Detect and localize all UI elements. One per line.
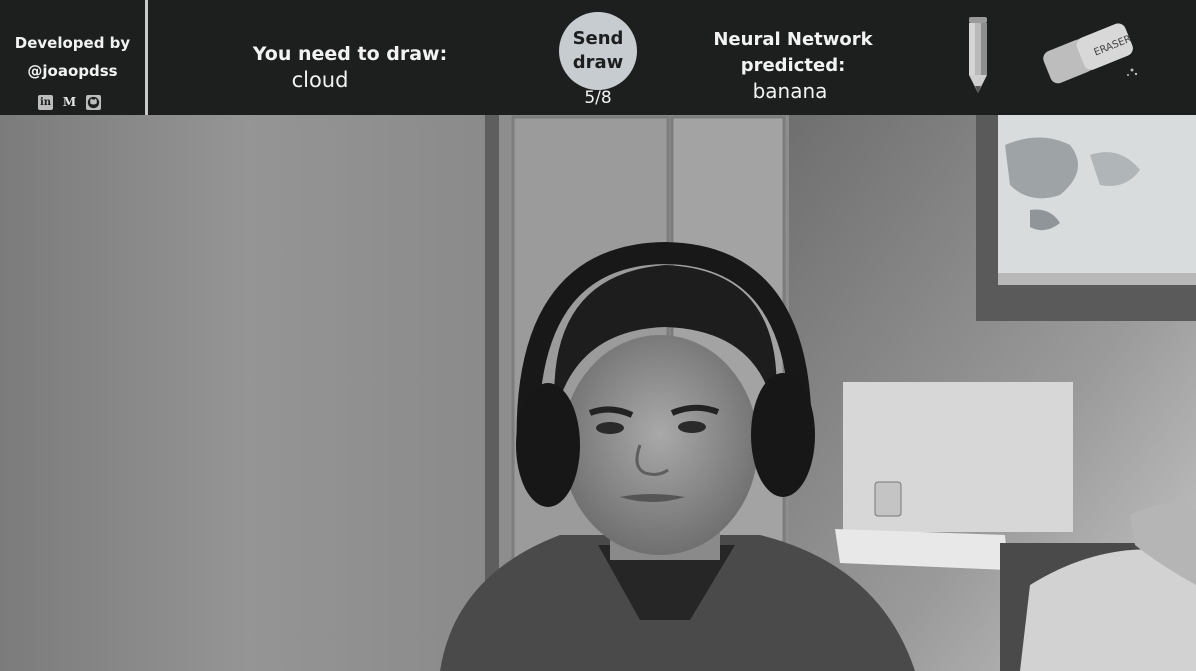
prediction-label: Neural Network predicted:: [700, 27, 886, 79]
github-icon[interactable]: [86, 94, 101, 110]
prediction-label-line2: predicted:: [740, 55, 846, 76]
headphone-right-cup: [751, 373, 815, 497]
left-wall: [0, 115, 495, 671]
right-eye: [678, 421, 706, 433]
credits: Developed by @joaopdss in M: [0, 0, 145, 115]
send-draw-label-line1: Send: [572, 28, 624, 49]
map-ruler: [998, 273, 1196, 285]
linkedin-icon[interactable]: in: [38, 94, 53, 110]
pencil-icon[interactable]: [962, 15, 994, 95]
prediction-label-line1: Neural Network: [713, 29, 873, 50]
prediction-value: banana: [752, 79, 828, 103]
person-face: [562, 335, 758, 555]
left-eye: [596, 422, 624, 434]
wall-socket: [874, 481, 902, 517]
medium-icon[interactable]: M: [62, 95, 77, 110]
task-label: You need to draw:: [252, 43, 448, 65]
webcam-feed[interactable]: [0, 115, 1196, 671]
task-word: cloud: [291, 68, 349, 92]
toolbar-divider: [145, 0, 148, 115]
send-draw-button[interactable]: Send draw: [559, 12, 637, 90]
desk-surface: [835, 529, 1008, 570]
credits-handle: @joaopdss: [27, 62, 118, 80]
social-links: in M: [38, 94, 108, 110]
credits-developed-by: Developed by: [14, 34, 131, 52]
headphone-left-cup: [516, 383, 580, 507]
eraser-icon[interactable]: ERASER: [1034, 18, 1144, 88]
top-toolbar: Developed by @joaopdss in M You need to …: [0, 0, 1196, 115]
progress-counter: 5/8: [584, 88, 612, 108]
send-draw-label-line2: draw: [572, 52, 624, 73]
